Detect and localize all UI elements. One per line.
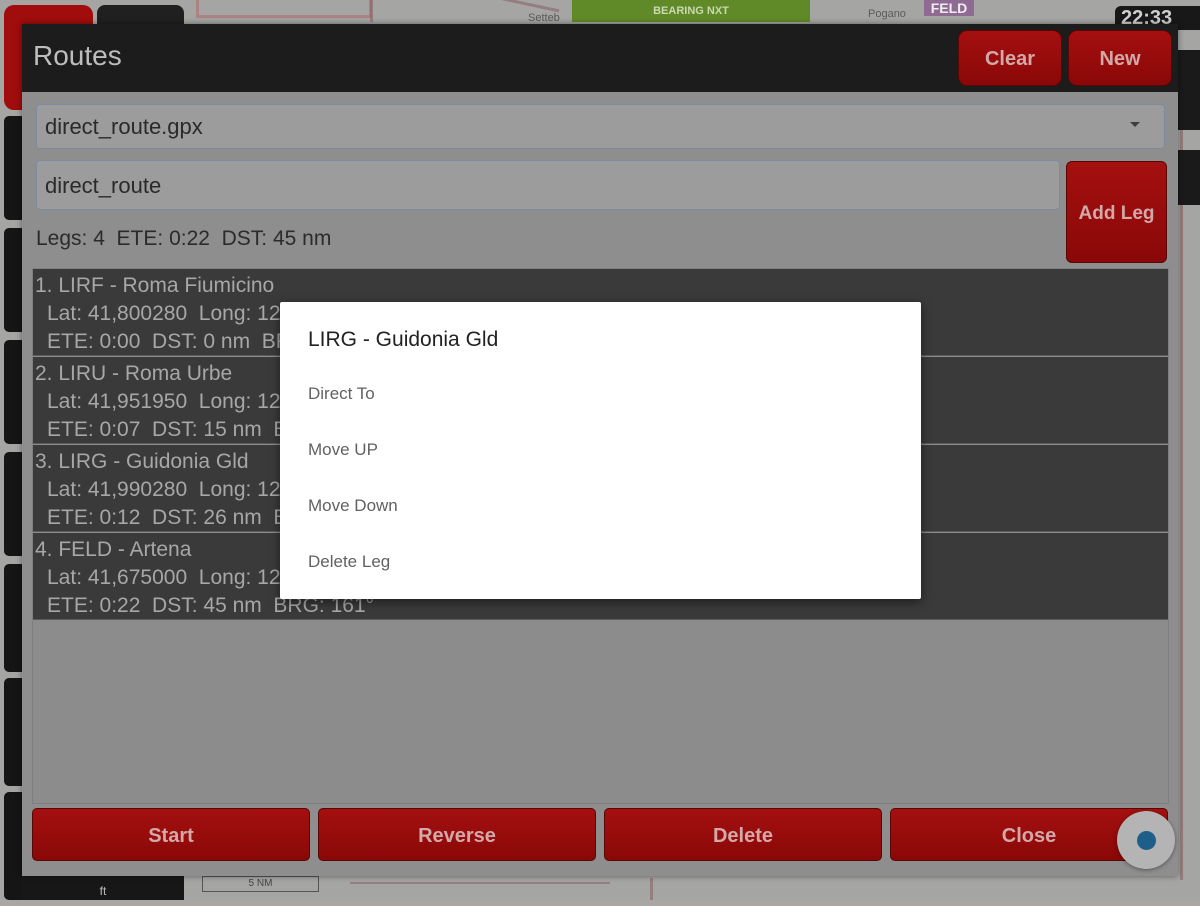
- route-name-input[interactable]: direct_route: [36, 160, 1060, 210]
- route-file-value: direct_route.gpx: [45, 114, 203, 139]
- menu-item-move-down[interactable]: Move Down: [280, 481, 921, 531]
- map-road: [650, 878, 653, 900]
- dropdown-arrow-icon: [1130, 122, 1140, 127]
- navigation-icon: [1137, 831, 1156, 850]
- menu-item-move-up[interactable]: Move UP: [280, 425, 921, 475]
- leg-title: 1. LIRF - Roma Fiumicino: [35, 274, 275, 297]
- altitude-unit-label: ft: [22, 876, 184, 900]
- waypoint-label: FELD: [924, 0, 974, 16]
- menu-item-label: Move Down: [308, 496, 398, 515]
- start-button[interactable]: Start: [32, 808, 310, 861]
- route-summary: Legs: 4 ETE: 0:22 DST: 45 nm: [36, 227, 332, 250]
- reverse-button[interactable]: Reverse: [318, 808, 596, 861]
- panel-header: Routes Clear New: [22, 24, 1178, 92]
- menu-title: LIRG - Guidonia Gld: [308, 328, 499, 351]
- clear-button[interactable]: Clear: [958, 30, 1062, 86]
- leg-context-menu: LIRG - Guidonia Gld Direct To Move UP Mo…: [280, 302, 921, 599]
- new-button[interactable]: New: [1068, 30, 1172, 86]
- map-road: [470, 0, 560, 13]
- delete-button[interactable]: Delete: [604, 808, 882, 861]
- leg-title: 3. LIRG - Guidonia Gld: [35, 450, 249, 473]
- leg-title: 2. LIRU - Roma Urbe: [35, 362, 233, 385]
- airspace-region: [196, 0, 372, 18]
- map-place-label: Pogano: [868, 8, 906, 20]
- menu-item-label: Direct To: [308, 384, 375, 403]
- bearing-next-indicator: BEARING NXT: [572, 0, 810, 22]
- floating-action-button[interactable]: [1117, 811, 1175, 869]
- add-leg-button[interactable]: Add Leg: [1066, 161, 1167, 263]
- menu-item-delete-leg[interactable]: Delete Leg: [280, 537, 921, 587]
- menu-item-label: Move UP: [308, 440, 378, 459]
- panel-title: Routes: [33, 40, 122, 71]
- map-scale-bar: 5 NM: [202, 876, 319, 892]
- map-road: [370, 0, 373, 22]
- menu-item-label: Delete Leg: [308, 552, 391, 571]
- route-file-select[interactable]: direct_route.gpx: [36, 104, 1165, 149]
- menu-item-direct-to[interactable]: Direct To: [280, 369, 921, 419]
- leg-title: 4. FELD - Artena: [35, 538, 192, 561]
- map-place-label: Setteb: [528, 12, 560, 24]
- map-road: [350, 882, 610, 884]
